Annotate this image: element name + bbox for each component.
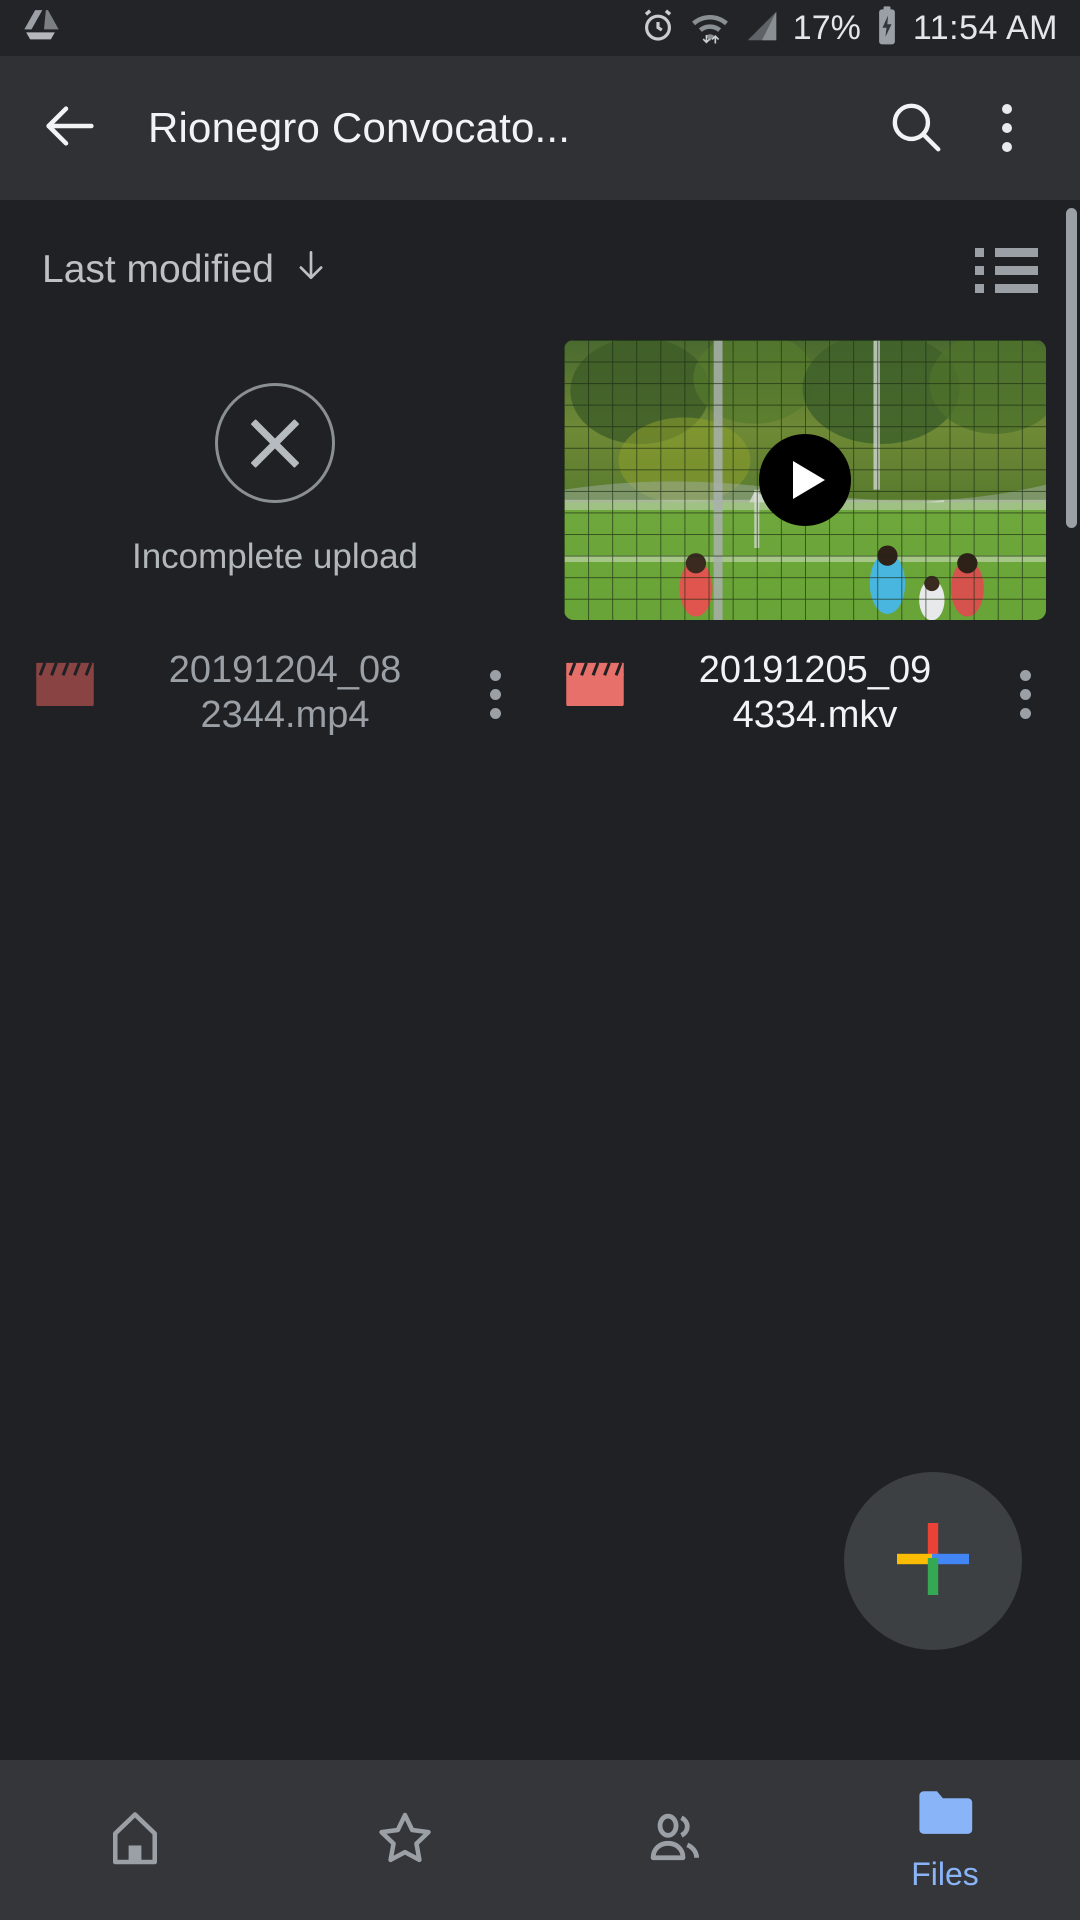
status-bar-left	[22, 6, 62, 51]
battery-percent-label: 17%	[792, 8, 861, 47]
nav-item-files[interactable]: Files	[810, 1760, 1080, 1920]
file-browser-content: Last modified Incomplete upload 20191204…	[0, 200, 1080, 1760]
x-circle-icon	[215, 383, 335, 503]
arrow-down-icon	[292, 246, 330, 294]
list-view-row	[975, 247, 1038, 257]
app-bar: Rionegro Convocato...	[0, 56, 1080, 200]
search-icon	[884, 95, 946, 162]
vertical-scrollbar[interactable]	[1066, 208, 1077, 528]
back-arrow-icon	[38, 94, 102, 163]
file-caption-row: 20191205_09 4334.mkv	[564, 648, 1046, 738]
search-button[interactable]	[876, 89, 954, 167]
alarm-icon	[639, 7, 677, 50]
play-button-icon[interactable]	[759, 434, 851, 526]
status-bar: 17% 11:54 AM	[0, 0, 1080, 56]
wifi-icon	[689, 7, 731, 50]
google-plus-add-icon	[885, 1511, 981, 1612]
more-vert-icon	[1002, 104, 1012, 152]
list-view-icon[interactable]	[975, 247, 1038, 293]
file-thumbnail-video[interactable]	[564, 340, 1046, 620]
file-menu-button[interactable]	[474, 670, 516, 719]
status-bar-right: 17% 11:54 AM	[639, 5, 1058, 52]
file-caption-row: 20191204_08 2344.mp4	[34, 648, 516, 738]
movie-clapperboard-icon	[34, 660, 96, 708]
cellular-signal-icon	[743, 7, 781, 50]
star-icon	[373, 1806, 437, 1875]
list-view-row	[975, 283, 1038, 293]
movie-clapperboard-icon	[564, 660, 626, 708]
nav-item-starred[interactable]	[270, 1760, 540, 1920]
nav-item-home[interactable]	[0, 1760, 270, 1920]
nav-item-files-label: Files	[911, 1856, 979, 1892]
list-view-row	[975, 265, 1038, 275]
file-card[interactable]: 20191205_09 4334.mkv	[540, 340, 1070, 738]
battery-charging-icon	[873, 5, 901, 52]
sort-label: Last modified	[42, 248, 274, 291]
back-button[interactable]	[34, 92, 106, 164]
overflow-menu-button[interactable]	[968, 89, 1046, 167]
home-icon	[103, 1806, 167, 1875]
status-bar-clock: 11:54 AM	[912, 8, 1058, 47]
upload-status-label: Incomplete upload	[131, 537, 419, 576]
file-menu-button[interactable]	[1004, 670, 1046, 719]
file-name-label: 20191204_08 2344.mp4	[168, 649, 402, 736]
bottom-navigation-bar: Files	[0, 1760, 1080, 1920]
file-name-label: 20191205_09 4334.mkv	[698, 649, 932, 736]
page-title: Rionegro Convocato...	[148, 104, 571, 151]
file-grid: Incomplete upload 20191204_08 2344.mp4 2…	[0, 340, 1080, 738]
nav-item-shared[interactable]	[540, 1760, 810, 1920]
sort-and-view-toolbar: Last modified	[0, 200, 1080, 340]
create-new-button[interactable]	[844, 1472, 1022, 1650]
folder-icon	[913, 1787, 977, 1848]
file-card[interactable]: Incomplete upload 20191204_08 2344.mp4	[10, 340, 540, 738]
file-thumbnail-incomplete[interactable]: Incomplete upload	[34, 340, 516, 620]
sort-button[interactable]: Last modified	[42, 246, 330, 294]
people-icon	[643, 1806, 707, 1875]
google-drive-icon	[22, 6, 62, 51]
